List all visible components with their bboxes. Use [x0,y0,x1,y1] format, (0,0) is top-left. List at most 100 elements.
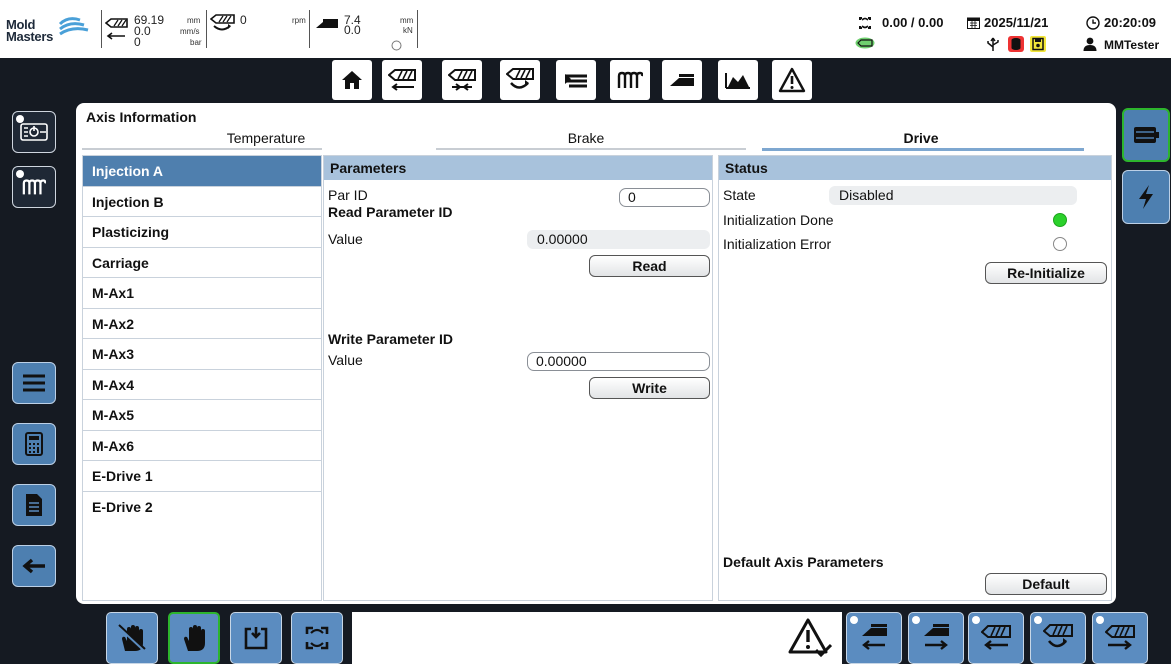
side-panel-button[interactable] [1122,108,1170,162]
nav-injection-back[interactable] [382,60,422,100]
clamp-force: 0.0 [344,23,361,37]
axis-information-panel: Axis Information Temperature Brake Drive… [76,103,1116,604]
par-id-label: Par ID [328,187,368,203]
lightning-icon [1139,185,1153,209]
side-heaters-button[interactable] [12,166,56,208]
carriage-forward-button[interactable] [908,612,964,664]
init-error-label: Initialization Error [723,236,832,252]
axis-list: Injection A Injection B Plasticizing Car… [82,155,322,601]
document-icon [26,494,42,516]
read-parameter-title: Read Parameter ID [328,204,453,220]
graph-icon [725,73,750,89]
list-item[interactable]: E-Drive 1 [83,461,321,492]
nav-ejector[interactable] [556,60,596,100]
tab-temperature[interactable]: Temperature [226,130,306,146]
alarm-acknowledge-icon [788,618,832,658]
reinitialize-button[interactable]: Re-Initialize [985,262,1107,284]
status-panel: Status State Disabled Initialization Don… [718,155,1112,601]
control-panel-icon [1134,127,1159,143]
status-header: Mold Masters 69.19 0.0 0 mm mm/s bar 0 r… [0,0,1171,58]
usb-icon [986,36,1000,57]
time: 20:20:09 [1104,15,1157,30]
side-document-button[interactable] [12,484,56,526]
list-item[interactable]: M-Ax3 [83,339,321,370]
mold-masters-logo: Mold Masters [6,16,90,48]
message-bar [352,612,842,664]
carriage-back-button[interactable] [846,612,902,664]
list-item[interactable]: M-Ax1 [83,278,321,309]
list-item[interactable]: M-Ax4 [83,370,321,400]
list-item[interactable]: E-Drive 2 [83,492,321,523]
auto-mode-button[interactable] [291,612,343,664]
default-axis-parameters-title: Default Axis Parameters [723,554,884,570]
tab-brake[interactable]: Brake [556,130,616,146]
ejector-icon [565,74,587,88]
database-icon [1008,36,1024,57]
write-value-input[interactable]: 0.00000 [527,352,710,371]
cycle-icon [857,15,873,36]
side-calculator-button[interactable] [12,423,56,465]
single-cycle-icon [244,627,268,650]
calendar-icon [967,16,980,34]
status-header-bar: Status [719,156,1111,180]
username: MMTester [1104,38,1160,52]
setup-mode-button[interactable] [230,612,282,664]
screw-rotation-icon [506,68,534,89]
calculator-icon [25,432,43,456]
screw-rotate-button[interactable] [1030,612,1086,664]
carriage-back-icon [862,624,887,650]
list-item[interactable]: Injection B [83,187,321,217]
side-power-button[interactable] [12,111,56,153]
state-label: State [723,187,756,203]
init-error-indicator [1053,237,1067,251]
init-done-label: Initialization Done [723,212,834,228]
nav-heaters[interactable] [610,60,650,100]
injection-forward-button[interactable] [1092,612,1148,664]
nav-injection[interactable] [442,60,482,100]
auto-cycle-icon [305,626,329,650]
state-value: Disabled [829,186,1077,205]
init-done-indicator [1053,213,1067,227]
read-button[interactable]: Read [589,255,710,277]
hand-off-icon [117,624,147,653]
injection-active-icon [855,36,875,54]
tab-drive[interactable]: Drive [896,130,946,146]
write-value-label: Value [328,352,363,368]
manual-off-button[interactable] [106,612,158,664]
nav-graph[interactable] [718,60,758,100]
write-button[interactable]: Write [589,377,710,399]
list-item[interactable]: M-Ax5 [83,400,321,431]
clamp-icon [315,16,339,34]
par-id-input[interactable]: 0 [619,188,710,207]
parameters-panel: Parameters Par ID 0 Read Parameter ID Va… [323,155,713,601]
menu-icon [23,374,45,392]
side-back-button[interactable] [12,545,56,587]
cycle-time: 0.00 / 0.00 [882,15,944,30]
nav-alarms[interactable] [772,60,812,100]
screw-rotation-icon [1043,624,1073,648]
nav-screw[interactable] [500,60,540,100]
side-menu-button[interactable] [12,362,56,404]
clock-icon [1086,16,1100,35]
status-circle-icon [391,38,402,56]
manual-mode-button[interactable] [168,612,220,664]
carriage-forward-icon [924,624,949,650]
injection-back-button[interactable] [968,612,1024,664]
default-button[interactable]: Default [985,573,1107,595]
list-item[interactable]: Injection A [83,156,321,187]
home-icon [342,71,362,89]
injection-pressure: 0 [134,35,141,49]
parameters-header: Parameters [324,156,712,180]
list-item[interactable]: M-Ax2 [83,309,321,339]
nav-home[interactable] [332,60,372,100]
list-item[interactable]: Plasticizing [83,217,321,248]
arrow-left-icon [106,27,126,45]
nav-carriage[interactable] [662,60,702,100]
injection-back-icon [981,625,1011,650]
list-item[interactable]: Carriage [83,248,321,278]
list-item[interactable]: M-Ax6 [83,431,321,461]
hand-icon [184,625,205,651]
side-power-button-right[interactable] [1122,170,1170,224]
user-icon [1083,37,1097,56]
power-drive-icon [20,123,48,141]
